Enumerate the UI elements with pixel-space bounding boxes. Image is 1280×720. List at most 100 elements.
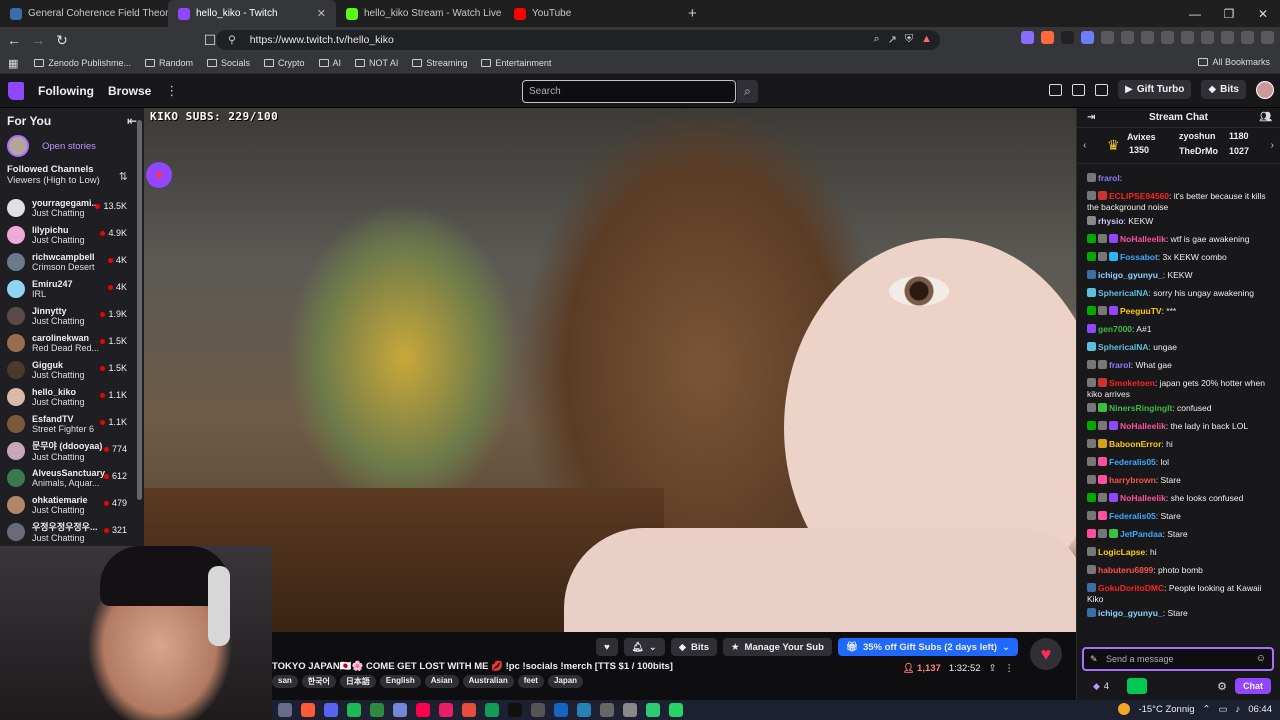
chat-badge-icon[interactable] [1098, 191, 1107, 200]
wallet-icon[interactable] [1201, 31, 1214, 44]
taskbar-app-icon[interactable] [485, 703, 499, 717]
chat-badge-icon[interactable] [1087, 378, 1096, 387]
clock[interactable]: 06:44 [1248, 704, 1272, 715]
follow-heart-button[interactable]: ♥ [596, 638, 618, 656]
chat-badge-icon[interactable] [1087, 342, 1096, 351]
channel-points[interactable]: ◆ 4 [1093, 681, 1109, 692]
chevron-right-icon[interactable]: › [1271, 140, 1274, 151]
more-options-icon[interactable]: ⋮ [165, 83, 178, 99]
network-icon[interactable]: ▭ [1218, 704, 1227, 715]
extension-icon[interactable] [1081, 31, 1094, 44]
chat-username[interactable]: NoHalleelik [1120, 493, 1166, 503]
collapse-chat-icon[interactable]: ⇥ [1087, 112, 1095, 123]
nav-following[interactable]: Following [38, 84, 94, 98]
bookmark-item[interactable]: Crypto [264, 58, 305, 68]
extension-icon[interactable] [1141, 31, 1154, 44]
chat-badge-icon[interactable] [1087, 360, 1096, 369]
prime-loot-icon[interactable] [1049, 83, 1063, 96]
sidebar-icon[interactable] [1181, 31, 1194, 44]
chat-username[interactable]: NoHalleelik [1120, 234, 1166, 244]
chat-badge-icon[interactable] [1087, 191, 1096, 200]
notifications-button[interactable]: 🔔︎ ⌄ [623, 638, 665, 656]
chat-badge-icon[interactable] [1087, 529, 1096, 538]
whispers-icon[interactable] [1095, 83, 1109, 96]
extension-icon[interactable] [1061, 31, 1074, 44]
browser-tab[interactable]: General Coherence Field Theory (GC [0, 0, 168, 27]
sidebar-channel[interactable]: yourragegami... Just Chatting 13.5K [0, 194, 144, 221]
sidebar-channel[interactable]: ohkatiemarie Just Chatting 479 [0, 491, 144, 518]
gift-turbo-button[interactable]: ▶ Gift Turbo [1118, 80, 1192, 99]
chat-send-button[interactable]: Chat [1235, 678, 1271, 694]
chat-username[interactable]: rhysio [1098, 216, 1124, 226]
share-icon[interactable]: ↗ [888, 33, 897, 46]
chevron-up-icon[interactable]: ⌃ [1203, 704, 1211, 715]
manage-sub-button[interactable]: ★ Manage Your Sub [723, 638, 832, 656]
nav-browse[interactable]: Browse [108, 84, 151, 98]
emote-icon[interactable]: ☺ [1256, 653, 1266, 664]
chat-username[interactable]: NinersRingingIt [1109, 403, 1172, 413]
chat-badge-icon[interactable] [1087, 403, 1096, 412]
browser-tab[interactable]: YouTube [504, 0, 674, 27]
chat-badge-icon[interactable] [1098, 403, 1107, 412]
extension-icon[interactable] [1021, 31, 1034, 44]
chat-badge-icon[interactable] [1098, 378, 1107, 387]
gift-subs-button[interactable]: 🎁︎ 35% off Gift Subs (2 days left) ⌄ [837, 638, 1018, 656]
taskbar-app-icon[interactable] [577, 703, 591, 717]
gear-icon[interactable]: ⚙ [1217, 680, 1227, 693]
bits-cheer-button[interactable]: ◆ Bits [670, 638, 717, 656]
chat-username[interactable]: harrybrown [1109, 475, 1156, 485]
hype-heart-icon[interactable]: ♥ [1030, 638, 1062, 670]
chat-badge-icon[interactable] [1087, 608, 1096, 617]
chat-badge-icon[interactable] [1098, 493, 1107, 502]
more-options-icon[interactable]: ⋮ [1005, 663, 1015, 674]
bookmark-item[interactable]: Zenodo Publishme... [34, 58, 131, 68]
sidebar-channel[interactable]: hello_kiko Just Chatting 1.1K [0, 383, 144, 410]
bookmark-item[interactable]: AI [318, 58, 341, 68]
stream-tag[interactable]: 한국어 [301, 675, 336, 688]
taskbar-app-icon[interactable] [669, 703, 683, 717]
taskbar-app-icon[interactable] [554, 703, 568, 717]
taskbar-app-icon[interactable] [623, 703, 637, 717]
extension-icon[interactable] [1121, 31, 1134, 44]
chat-username[interactable]: GokuDoritoDMC [1098, 583, 1164, 593]
chat-username[interactable]: ichigo_gyunyu_ [1098, 270, 1163, 280]
chat-username[interactable]: habuteru6899 [1098, 565, 1153, 575]
sidebar-channel[interactable]: Gigguk Just Chatting 1.5K [0, 356, 144, 383]
community-icon[interactable]: 👥︎ [1259, 112, 1272, 123]
extension-icon[interactable] [1041, 31, 1054, 44]
sort-icon[interactable]: ⇅ [119, 170, 128, 183]
taskbar-app-icon[interactable] [416, 703, 430, 717]
vpn-icon[interactable] [1221, 31, 1234, 44]
chat-username[interactable]: BaboonError [1109, 439, 1161, 449]
sidebar-channel[interactable]: 우정우정우정우... Just Chatting 321 [0, 518, 144, 545]
sidebar-channel[interactable]: AlveusSanctuary Animals, Aquar... 612 [0, 464, 144, 491]
url-field[interactable]: ⚲ https://www.twitch.tv/hello_kiko ⌕ ↗ ⛨… [216, 30, 940, 50]
gift-points-button[interactable] [1126, 678, 1147, 694]
taskbar-app-icon[interactable] [393, 703, 407, 717]
taskbar-app-icon[interactable] [646, 703, 660, 717]
apps-grid-icon[interactable]: ▦ [8, 57, 18, 70]
forward-button[interactable]: → [28, 30, 48, 50]
chat-username[interactable]: NoHalleelik [1120, 421, 1166, 431]
minimize-button[interactable]: — [1178, 0, 1212, 27]
chat-badge-icon[interactable] [1087, 421, 1096, 430]
share-icon[interactable]: ⇪ [989, 663, 997, 674]
shield-icon[interactable]: ⛨ [905, 33, 913, 46]
chevron-left-icon[interactable]: ‹ [1083, 140, 1086, 151]
search-button[interactable]: ⌕ [737, 80, 758, 103]
search-input[interactable]: Search [522, 80, 736, 103]
browser-tab[interactable]: hello_kiko - Twitch ✕ [168, 0, 336, 27]
collapse-sidebar-icon[interactable]: ⇤ [127, 114, 137, 128]
music-icon[interactable] [1161, 31, 1174, 44]
chat-badge-icon[interactable] [1087, 565, 1096, 574]
chat-badge-icon[interactable] [1087, 216, 1096, 225]
browser-tab[interactable]: hello_kiko Stream - Watch Live or [336, 0, 504, 27]
taskbar-app-icon[interactable] [439, 703, 453, 717]
chat-badge-icon[interactable] [1109, 493, 1118, 502]
chat-badge-icon[interactable] [1087, 306, 1096, 315]
chat-username[interactable]: ECLIPSE94560 [1109, 191, 1169, 201]
sidebar-channel[interactable]: lilypichu Just Chatting 4.9K [0, 221, 144, 248]
chat-badge-icon[interactable] [1098, 421, 1107, 430]
taskbar-app-icon[interactable] [278, 703, 292, 717]
chat-badge-icon[interactable] [1087, 493, 1096, 502]
